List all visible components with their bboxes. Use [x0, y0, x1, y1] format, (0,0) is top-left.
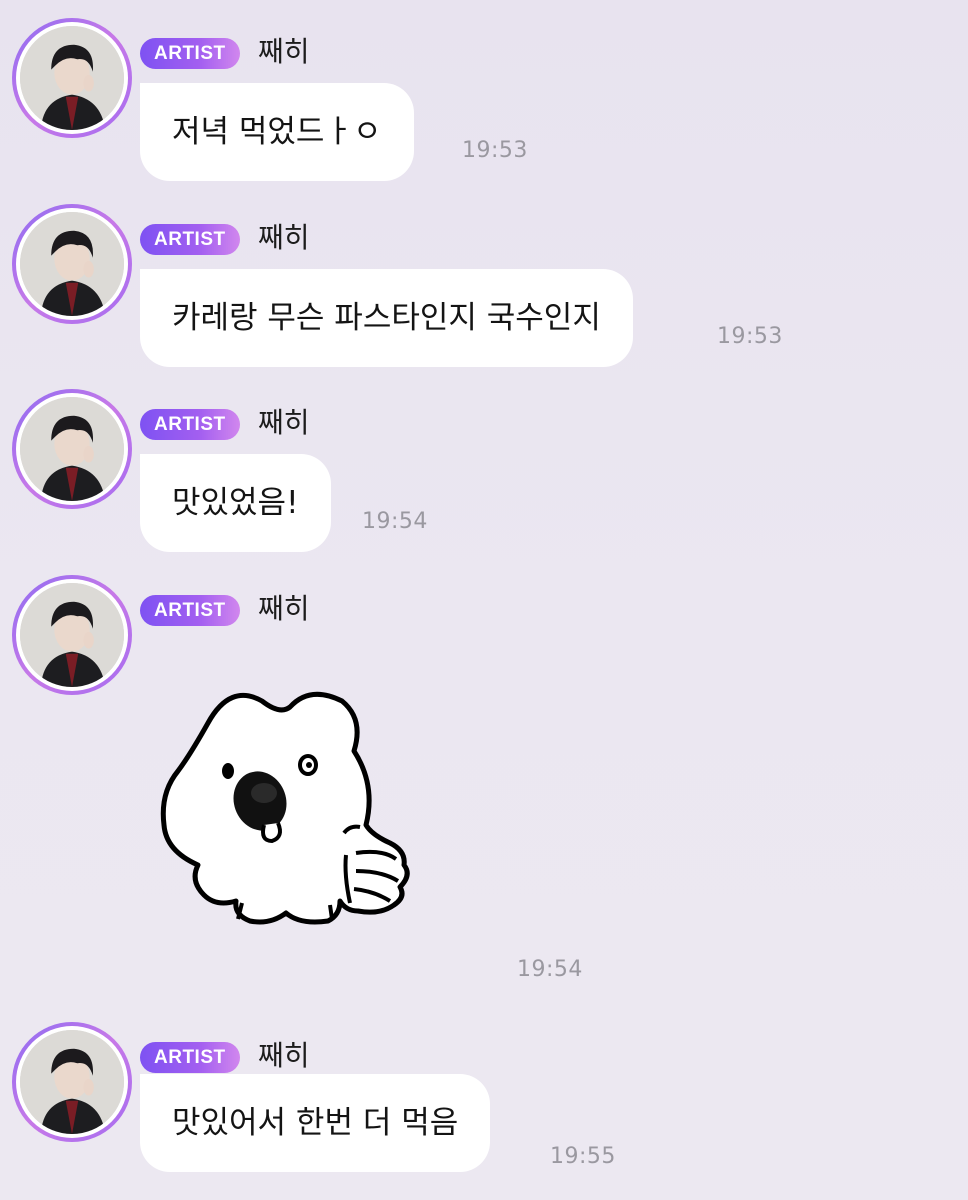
- message-time: 19:53: [717, 324, 783, 349]
- profile-photo: [20, 1030, 124, 1134]
- message-bubble[interactable]: 저녁 먹었드ㅏㅇ: [140, 83, 414, 181]
- artist-badge: ARTIST: [140, 1042, 240, 1073]
- dog-sticker-icon: [160, 691, 410, 925]
- message-bubble[interactable]: 맛있어서 한번 더 먹음: [140, 1074, 491, 1172]
- artist-badge: ARTIST: [140, 409, 240, 440]
- message-time: 19:54: [517, 957, 583, 982]
- sender-name[interactable]: 째히: [258, 1036, 310, 1076]
- avatar[interactable]: [12, 1022, 132, 1142]
- profile-photo: [20, 26, 124, 130]
- profile-photo: [20, 212, 124, 316]
- chat-message: ARTIST 째히 카레랑 무슨 파스타인지 국수인지 19:53: [0, 204, 968, 367]
- profile-photo: [20, 397, 124, 501]
- artist-badge: ARTIST: [140, 224, 240, 255]
- sender-name[interactable]: 째히: [258, 589, 310, 629]
- message-time: 19:55: [550, 1144, 616, 1169]
- avatar[interactable]: [12, 204, 132, 324]
- avatar[interactable]: [12, 18, 132, 138]
- avatar[interactable]: [12, 575, 132, 695]
- message-time: 19:53: [462, 138, 528, 163]
- artist-badge: ARTIST: [140, 595, 240, 626]
- chat-message: ARTIST 째히 맛있어서 한번 더 먹음 19:55: [0, 1022, 968, 1182]
- sender-name[interactable]: 째히: [258, 32, 310, 72]
- avatar[interactable]: [12, 389, 132, 509]
- message-bubble[interactable]: 카레랑 무슨 파스타인지 국수인지: [140, 269, 633, 367]
- chat-message: ARTIST 째히 저녁 먹었드ㅏㅇ 19:53: [0, 18, 968, 181]
- chat-message: ARTIST 째히 19:54: [0, 575, 968, 985]
- white-dog-thumbs-up-sticker[interactable]: [160, 675, 420, 925]
- profile-photo: [20, 583, 124, 687]
- message-time: 19:54: [362, 509, 428, 534]
- message-bubble[interactable]: 맛있었음!: [140, 454, 331, 552]
- sender-name[interactable]: 째히: [258, 403, 310, 443]
- artist-badge: ARTIST: [140, 38, 240, 69]
- chat-message: ARTIST 째히 맛있었음! 19:54: [0, 389, 968, 552]
- sender-name[interactable]: 째히: [258, 218, 310, 258]
